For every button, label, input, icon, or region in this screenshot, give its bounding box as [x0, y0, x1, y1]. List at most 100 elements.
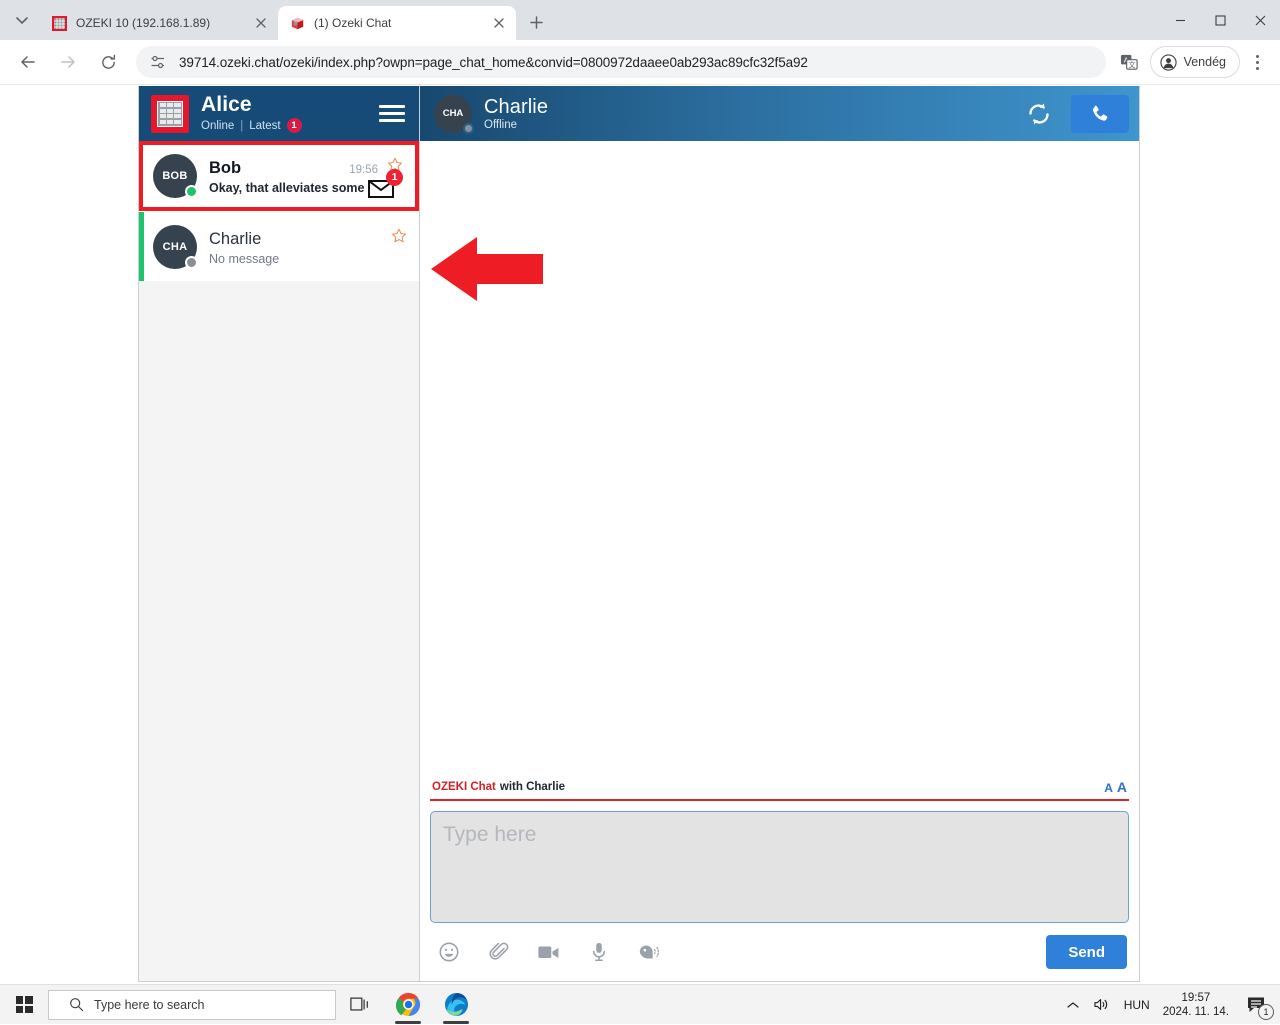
conversation-list: BOB Bob 19:56 Okay, that alleviates some…	[139, 141, 419, 981]
conversation-sidebar: Alice Online | Latest 1 BOB Bob 19:56 Ok…	[139, 86, 420, 981]
avatar: CHA	[153, 224, 198, 269]
translate-icon[interactable]: A 文	[1114, 46, 1146, 78]
chat-partner-info: Charlie Offline	[484, 95, 1015, 131]
browser-toolbar: 39714.ozeki.chat/ozeki/index.php?owpn=pa…	[0, 40, 1280, 85]
unread-count-badge: 1	[386, 169, 403, 186]
browser-window: OZEKI 10 (192.168.1.89) (1) Ozeki Chat 3…	[0, 0, 1280, 984]
message-composer: OZEKI Chat with Charlie A A Type here Se…	[420, 779, 1139, 981]
google-chrome-icon[interactable]	[384, 985, 432, 1025]
chat-pane: CHA Charlie Offline OZEKI Chat with Char…	[420, 86, 1139, 981]
phone-call-icon[interactable]	[1071, 94, 1129, 133]
composer-header: OZEKI Chat with Charlie A A	[430, 779, 1129, 801]
reload-icon[interactable]	[92, 46, 124, 78]
forward-arrow-icon[interactable]	[52, 46, 84, 78]
message-input-placeholder: Type here	[443, 823, 537, 846]
presence-dot-offline	[463, 122, 474, 134]
conversation-top-row: Charlie	[209, 228, 407, 249]
status-text: Online	[201, 119, 235, 132]
tab-search-icon[interactable]	[8, 7, 36, 35]
current-user-name: Alice	[201, 93, 252, 116]
video-camera-icon[interactable]	[532, 937, 566, 967]
font-size-increase-button[interactable]: A	[1117, 779, 1127, 795]
maximize-window-button[interactable]	[1204, 4, 1236, 36]
send-button[interactable]: Send	[1046, 935, 1127, 969]
clock-date: 2024. 11. 14.	[1162, 1005, 1229, 1018]
language-indicator[interactable]: HUN	[1117, 985, 1157, 1025]
address-bar-url: 39714.ozeki.chat/ozeki/index.php?owpn=pa…	[179, 54, 808, 70]
status-divider: |	[240, 119, 244, 132]
composer-toolbar: Send	[430, 935, 1129, 969]
current-user-info: Alice Online | Latest 1	[201, 94, 379, 133]
paperclip-attachment-icon[interactable]	[482, 937, 516, 967]
conversation-name: Bob	[209, 159, 242, 177]
current-user-status: Online | Latest 1	[201, 118, 379, 133]
search-icon	[69, 997, 84, 1012]
avatar: BOB	[153, 154, 198, 198]
site-settings-icon[interactable]	[150, 54, 168, 70]
latest-label[interactable]: Latest	[249, 120, 280, 132]
font-size-controls[interactable]: A A	[1104, 779, 1127, 795]
notification-count-badge: 1	[1258, 1003, 1274, 1020]
avatar: CHA	[434, 94, 474, 134]
windows-start-icon[interactable]	[0, 985, 48, 1025]
conversation-body: Charlie No message	[209, 228, 407, 266]
conversation-name: Charlie	[209, 229, 262, 248]
browser-tab-ozeki-chat[interactable]: (1) Ozeki Chat	[278, 6, 516, 40]
message-area	[420, 141, 1139, 779]
three-dot-menu-icon[interactable]	[1242, 46, 1272, 78]
clock-time: 19:57	[1181, 991, 1211, 1004]
conversation-preview: No message	[209, 251, 280, 266]
ozeki-chat-app: Alice Online | Latest 1 BOB Bob 19:56 Ok…	[138, 86, 1140, 982]
back-arrow-icon[interactable]	[12, 46, 44, 78]
system-tray: HUN 19:57 2024. 11. 14. 1	[1060, 985, 1280, 1025]
address-bar[interactable]: 39714.ozeki.chat/ozeki/index.php?owpn=pa…	[136, 46, 1106, 78]
browser-tab-ozeki10[interactable]: OZEKI 10 (192.168.1.89)	[40, 6, 279, 40]
close-window-button[interactable]	[1244, 4, 1276, 36]
avatar-initials: BOB	[162, 170, 188, 182]
ozeki-grid-icon	[51, 15, 67, 31]
profile-label: Vendég	[1183, 55, 1226, 69]
ozeki-cube-icon	[289, 15, 305, 31]
avatar-icon	[1159, 53, 1177, 71]
speaker-icon[interactable]	[1086, 985, 1117, 1025]
conversation-item-charlie[interactable]: CHA Charlie No message	[139, 211, 419, 281]
conversation-item-bob[interactable]: BOB Bob 19:56 Okay, that alleviates some…	[139, 141, 419, 211]
profile-button[interactable]: Vendég	[1149, 46, 1240, 78]
microphone-icon[interactable]	[582, 937, 616, 967]
task-view-icon[interactable]	[336, 985, 384, 1025]
text-to-speech-icon[interactable]	[632, 937, 666, 967]
refresh-icon[interactable]	[1019, 94, 1059, 134]
composer-with: with Charlie	[499, 781, 566, 793]
avatar-initials: CHA	[162, 240, 188, 253]
tab-strip: OZEKI 10 (192.168.1.89) (1) Ozeki Chat	[0, 0, 1280, 40]
composer-brand: OZEKI Chat	[432, 781, 496, 793]
chat-partner-name: Charlie	[484, 95, 549, 118]
sidebar-header: Alice Online | Latest 1	[139, 86, 419, 141]
close-icon[interactable]	[490, 14, 508, 32]
star-icon[interactable]	[391, 228, 407, 244]
chevron-up-icon[interactable]	[1060, 985, 1086, 1025]
presence-dot-online	[185, 185, 198, 198]
message-input[interactable]: Type here	[430, 811, 1129, 923]
taskbar-search-input[interactable]: Type here to search	[48, 989, 336, 1020]
microsoft-edge-icon[interactable]	[432, 985, 480, 1025]
latest-count-badge: 1	[286, 118, 302, 133]
taskbar-search-placeholder: Type here to search	[94, 997, 205, 1012]
notification-icon[interactable]: 1	[1239, 985, 1276, 1025]
unread-envelope-indicator: 1	[367, 169, 403, 199]
minimize-window-button[interactable]	[1164, 4, 1196, 36]
tab-title: (1) Ozeki Chat	[314, 16, 392, 30]
tab-title: OZEKI 10 (192.168.1.89)	[76, 16, 211, 30]
windows-taskbar: Type here to search HUN 19:57 2024. 11. …	[0, 984, 1280, 1024]
hamburger-menu-icon[interactable]	[379, 105, 405, 122]
font-size-decrease-button[interactable]: A	[1104, 781, 1113, 795]
ozeki-keypad-logo	[151, 94, 189, 133]
presence-dot-offline	[185, 255, 198, 269]
taskbar-clock[interactable]: 19:57 2024. 11. 14.	[1157, 991, 1239, 1019]
avatar-initials: CHA	[442, 108, 464, 119]
chat-header: CHA Charlie Offline	[420, 86, 1139, 141]
close-icon[interactable]	[252, 14, 270, 32]
new-tab-button[interactable]	[522, 8, 550, 36]
chat-partner-status: Offline	[484, 118, 518, 131]
emoji-icon[interactable]	[432, 937, 466, 967]
